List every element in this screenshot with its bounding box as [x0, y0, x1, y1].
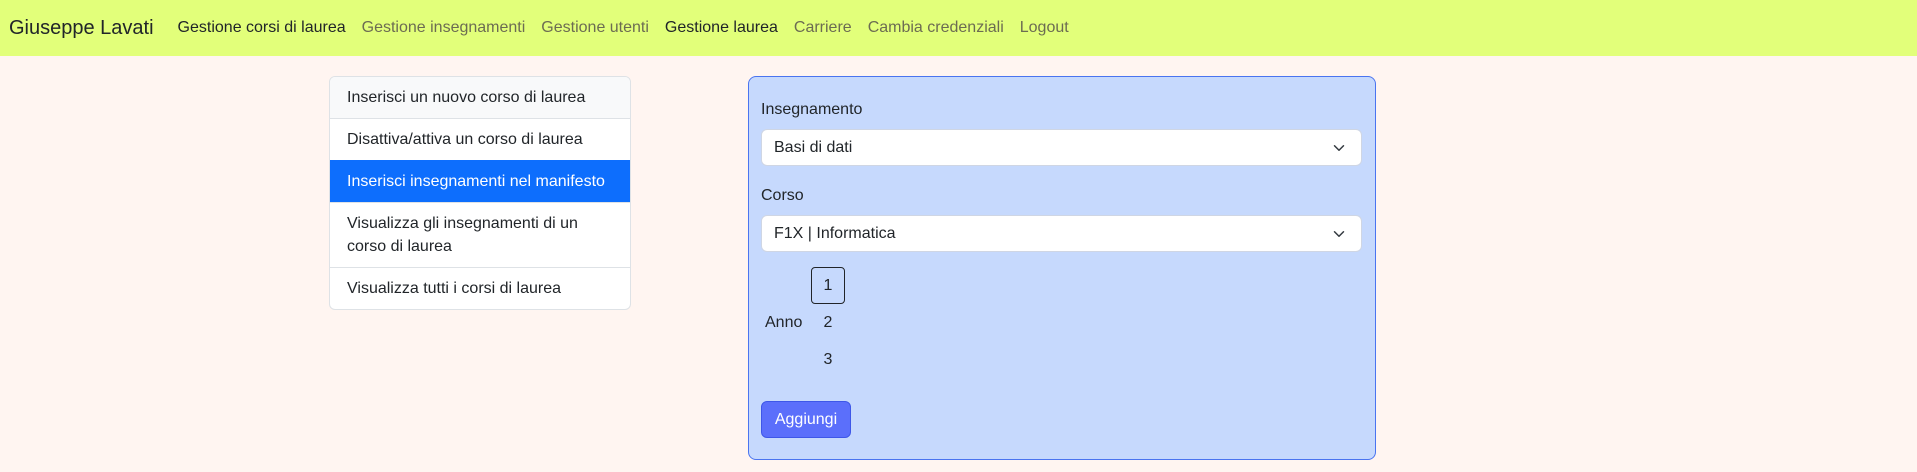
manifesto-form: Insegnamento Basi di dati Corso F1X | In…: [748, 76, 1376, 460]
nav-gestione-insegnamenti[interactable]: Gestione insegnamenti: [362, 19, 526, 37]
anno-option-1[interactable]: 1: [811, 267, 845, 304]
insegnamento-selected-value: Basi di dati: [774, 138, 853, 156]
nav-cambia-credenziali[interactable]: Cambia credenziali: [868, 19, 1004, 37]
insegnamento-select[interactable]: Basi di dati: [761, 129, 1362, 166]
menu-item-visualizza-insegnamenti[interactable]: Visualizza gli insegnamenti di un corso …: [330, 202, 630, 267]
chevron-down-icon: [1333, 231, 1345, 237]
menu-item-nuovo-corso[interactable]: Inserisci un nuovo corso di laurea: [330, 77, 630, 118]
aggiungi-button[interactable]: Aggiungi: [761, 401, 851, 438]
actions-menu: Inserisci un nuovo corso di laurea Disat…: [329, 76, 631, 310]
nav-gestione-laurea[interactable]: Gestione laurea: [665, 19, 778, 37]
anno-option-3[interactable]: 3: [811, 341, 845, 378]
menu-item-disattiva-attiva-corso[interactable]: Disattiva/attiva un corso di laurea: [330, 118, 630, 160]
nav-gestione-utenti[interactable]: Gestione utenti: [541, 19, 649, 37]
menu-item-inserisci-insegnamenti[interactable]: Inserisci insegnamenti nel manifesto: [330, 160, 630, 202]
anno-option-2[interactable]: 2: [811, 304, 845, 341]
nav-gestione-corsi[interactable]: Gestione corsi di laurea: [178, 19, 346, 37]
corso-select[interactable]: F1X | Informatica: [761, 215, 1362, 252]
nav-carriere[interactable]: Carriere: [794, 19, 852, 37]
corso-label: Corso: [761, 187, 804, 204]
menu-item-visualizza-corsi[interactable]: Visualizza tutti i corsi di laurea: [330, 267, 630, 309]
anno-label: Anno: [765, 314, 803, 331]
brand-user-name[interactable]: Giuseppe Lavati: [9, 17, 154, 40]
nav-logout[interactable]: Logout: [1020, 19, 1069, 37]
corso-selected-value: F1X | Informatica: [774, 224, 896, 242]
top-navbar: Giuseppe Lavati Gestione corsi di laurea…: [0, 0, 1917, 56]
chevron-down-icon: [1333, 145, 1345, 151]
insegnamento-label: Insegnamento: [761, 101, 863, 118]
